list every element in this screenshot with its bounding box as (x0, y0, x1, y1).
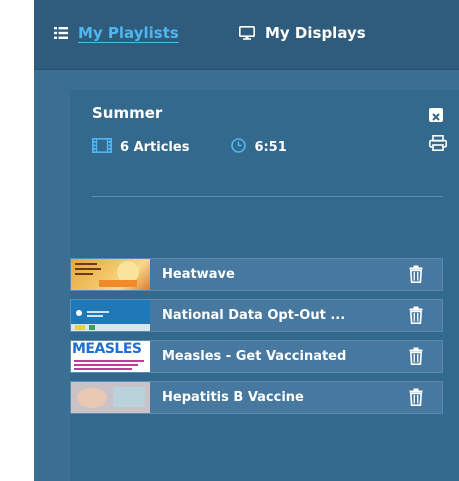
playlist-duration: 6:51 (254, 140, 287, 155)
article-row-hepatitis-b[interactable]: Hepatitis B Vaccine (70, 381, 443, 414)
trash-icon[interactable] (409, 347, 423, 369)
trash-icon[interactable] (409, 265, 423, 287)
article-row-heatwave[interactable]: Heatwave (70, 258, 443, 291)
playlist-meta: 6 Articles 6:51 (92, 138, 287, 157)
top-nav: My Playlists My Displays (34, 0, 459, 70)
article-title: Hepatitis B Vaccine (162, 390, 304, 405)
articles-count: 6 Articles (120, 140, 190, 155)
print-icon (429, 135, 447, 155)
nav-my-displays-label: My Displays (265, 24, 366, 42)
playlist-panel: Summer 6 Articles 6:51 Heatwave National… (70, 90, 459, 481)
nav-my-playlists-label: My Playlists (78, 24, 179, 42)
clock-icon (231, 138, 247, 157)
article-title: Measles - Get Vaccinated (162, 349, 347, 364)
measles-thumb-text: MEASLES (72, 341, 142, 357)
app: My Playlists My Displays Summer 6 Articl… (34, 0, 459, 481)
article-thumbnail-heatwave (71, 259, 150, 290)
close-button[interactable] (429, 108, 443, 122)
nav-my-playlists[interactable]: My Playlists (54, 22, 179, 44)
film-icon (92, 138, 112, 157)
article-thumbnail-hepatitis-b (71, 382, 150, 413)
article-row-measles[interactable]: MEASLES Measles - Get Vaccinated (70, 340, 443, 373)
monitor-icon (239, 26, 255, 40)
playlist-title: Summer (92, 104, 163, 122)
article-thumbnail-data-opt-out (71, 300, 150, 331)
close-icon (432, 106, 440, 125)
trash-icon[interactable] (409, 306, 423, 328)
divider (92, 196, 443, 197)
print-button[interactable] (429, 135, 447, 155)
nav-my-displays[interactable]: My Displays (239, 22, 366, 44)
article-row-national-data-opt-out[interactable]: National Data Opt-Out ... (70, 299, 443, 332)
article-title: National Data Opt-Out ... (162, 308, 346, 323)
list-icon (54, 27, 68, 39)
duration-group: 6:51 (231, 138, 287, 157)
articles-count-group: 6 Articles (92, 138, 189, 157)
trash-icon[interactable] (409, 388, 423, 410)
article-thumbnail-measles: MEASLES (71, 341, 150, 372)
article-list: Heatwave National Data Opt-Out ... MEASL… (70, 258, 443, 422)
article-title: Heatwave (162, 267, 235, 282)
